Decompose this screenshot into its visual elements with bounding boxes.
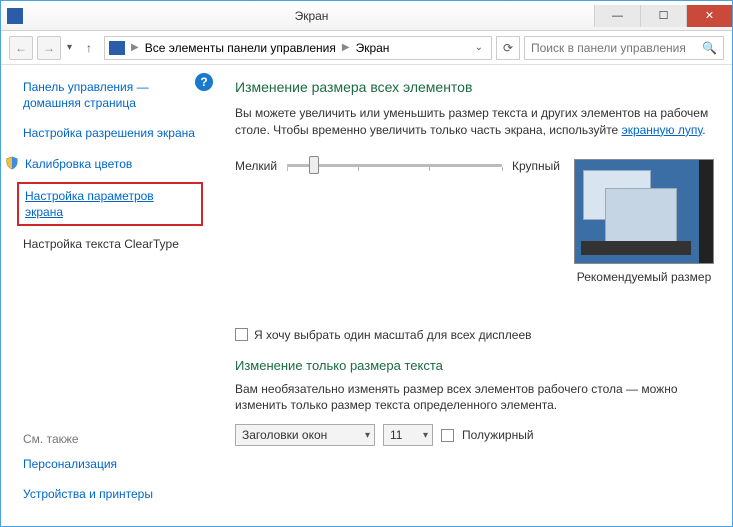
search-input[interactable] <box>525 41 696 55</box>
sidebar-link-calibration[interactable]: Калибровка цветов <box>25 156 132 172</box>
preview-image <box>574 159 714 264</box>
nav-forward-button[interactable]: → <box>37 36 61 60</box>
window-title: Экран <box>29 9 594 23</box>
nav-back-button[interactable]: ← <box>9 36 33 60</box>
chevron-right-icon: ▶ <box>342 42 350 53</box>
main-content: Изменение размера всех элементов Вы може… <box>211 65 732 526</box>
maximize-button[interactable]: ☐ <box>640 5 686 27</box>
breadcrumb-dropdown[interactable]: ⌄ <box>471 42 487 53</box>
search-box[interactable]: 🔍 <box>524 36 724 60</box>
minimize-button[interactable]: — <box>594 5 640 27</box>
bold-label: Полужирный <box>462 428 534 442</box>
slider-min-label: Мелкий <box>235 159 277 173</box>
close-button[interactable]: ✕ <box>686 5 732 27</box>
sidebar-link-resolution[interactable]: Настройка разрешения экрана <box>23 125 197 141</box>
slider-max-label: Крупный <box>512 159 560 173</box>
nav-history-dropdown[interactable]: ▾ <box>67 42 72 53</box>
help-icon[interactable]: ? <box>195 73 213 91</box>
control-panel-icon <box>109 41 125 55</box>
sidebar: ? Панель управления — домашняя страница … <box>1 65 211 526</box>
element-select[interactable]: Заголовки окон <box>235 424 375 446</box>
magnifier-link[interactable]: экранную лупу <box>622 123 703 137</box>
preview-caption: Рекомендуемый размер <box>577 270 712 284</box>
bold-checkbox[interactable] <box>441 429 454 442</box>
breadcrumb-item[interactable]: Все элементы панели управления <box>145 41 336 55</box>
nav-up-button[interactable]: ↑ <box>78 36 100 60</box>
refresh-button[interactable]: ⟳ <box>496 36 520 60</box>
app-icon <box>7 8 23 24</box>
sidebar-link-devices[interactable]: Устройства и принтеры <box>23 486 197 502</box>
single-scale-checkbox[interactable] <box>235 328 248 341</box>
seealso-heading: См. также <box>23 432 197 446</box>
main-description: Вы можете увеличить или уменьшить размер… <box>235 105 714 139</box>
breadcrumb-item[interactable]: Экран <box>356 41 390 55</box>
breadcrumb[interactable]: ▶ Все элементы панели управления ▶ Экран… <box>104 36 492 60</box>
highlight-annotation: Настройка параметров экрана <box>17 182 203 226</box>
search-icon: 🔍 <box>696 41 723 55</box>
sidebar-link-personalization[interactable]: Персонализация <box>23 456 197 472</box>
chevron-right-icon: ▶ <box>131 42 139 53</box>
main-heading: Изменение размера всех элементов <box>235 79 714 95</box>
shield-icon <box>5 156 19 170</box>
slider-thumb[interactable] <box>309 156 319 174</box>
size-slider[interactable] <box>287 164 502 167</box>
sidebar-link-home[interactable]: Панель управления — домашняя страница <box>23 79 197 111</box>
single-scale-label: Я хочу выбрать один масштаб для всех дис… <box>254 328 532 342</box>
sidebar-link-display-params[interactable]: Настройка параметров экрана <box>25 188 195 220</box>
sidebar-link-cleartype[interactable]: Настройка текста ClearType <box>23 236 197 252</box>
section-heading-textsize: Изменение только размера текста <box>235 358 714 373</box>
titlebar: Экран — ☐ ✕ <box>1 1 732 31</box>
navbar: ← → ▾ ↑ ▶ Все элементы панели управления… <box>1 31 732 65</box>
fontsize-select[interactable]: 11 <box>383 424 433 446</box>
textsize-description: Вам необязательно изменять размер всех э… <box>235 381 714 415</box>
